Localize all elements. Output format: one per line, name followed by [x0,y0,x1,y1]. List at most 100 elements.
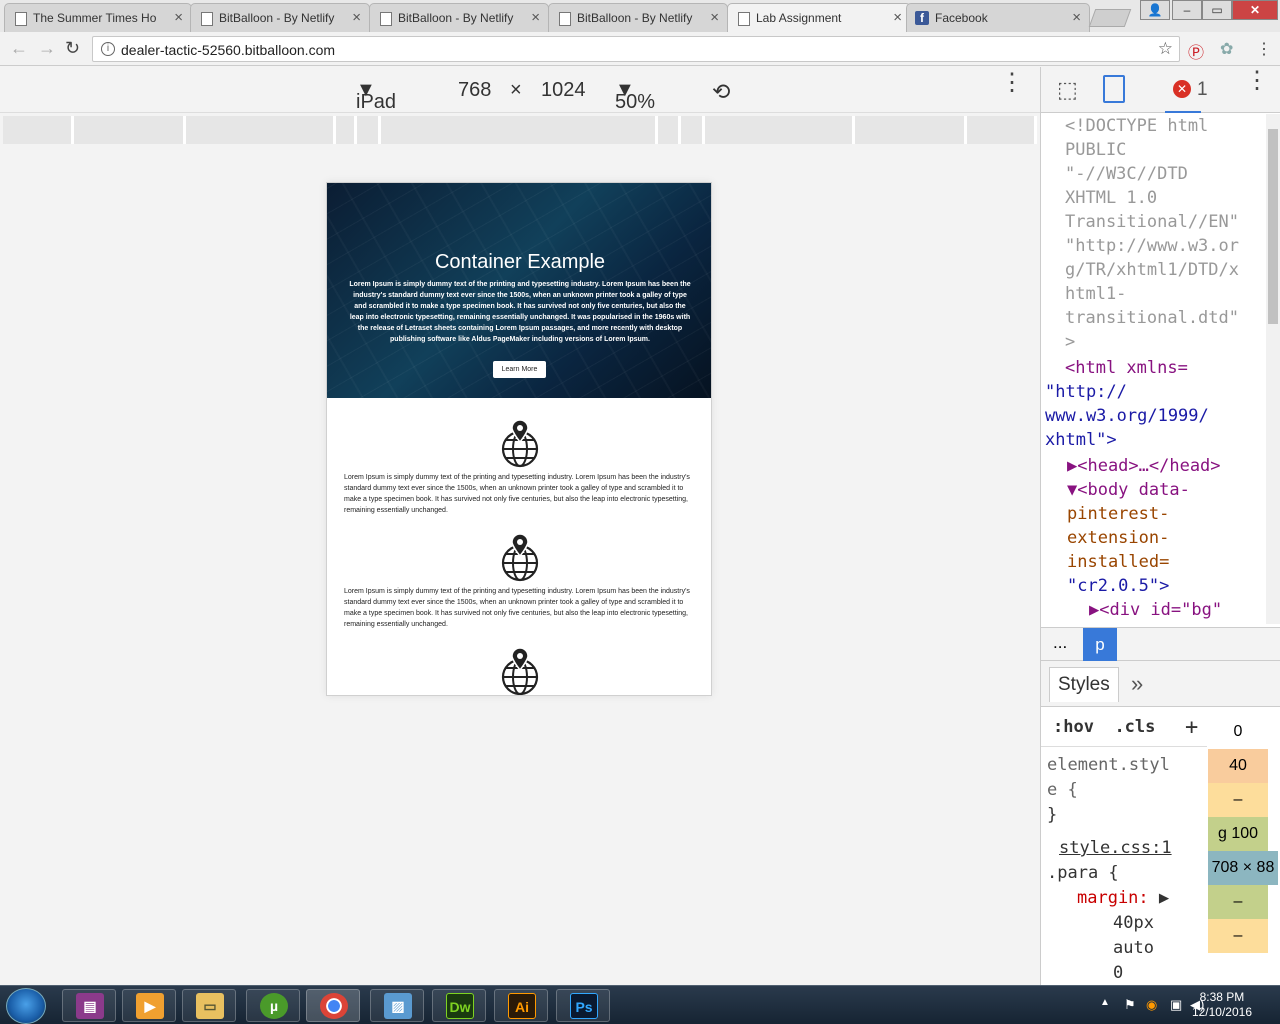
inspect-icon[interactable]: ⬚ [1057,77,1078,103]
body-attr-value: "cr2.0.5"> [1067,576,1170,596]
taskbar-explorer[interactable]: ▭ [182,989,236,1022]
styles-tabs: Styles » [1041,661,1280,707]
devtools-panel: ⬚ ✕ 1 ⋮ <!DOCTYPE html PUBLIC "-//W3C//D… [1040,67,1280,985]
close-tab-icon[interactable]: × [893,9,902,26]
tab-bitballoon-3[interactable]: BitBalloon - By Netlify × [548,3,728,32]
devtools-menu-icon[interactable]: ⋮ [1245,69,1269,93]
minimize-button[interactable]: – [1172,0,1202,20]
hero-title: Container Example [434,251,606,273]
hov-button[interactable]: :hov [1053,717,1094,737]
taskbar-media-player[interactable]: ▶ [122,989,176,1022]
clock[interactable]: 8:38 PM 12/10/2016 [1192,990,1252,1020]
tab-facebook[interactable]: f Facebook × [906,3,1090,32]
rule-property[interactable]: margin: ▶ [1041,886,1207,911]
stylesheet-link[interactable]: style.css:1 [1041,828,1207,861]
page-icon [559,12,571,26]
breadcrumb-p[interactable]: p [1083,628,1117,661]
tab-lab-assignment[interactable]: Lab Assignment × [727,3,911,33]
tab-bitballoon-2[interactable]: BitBalloon - By Netlify × [369,3,549,32]
taskbar-utorrent[interactable]: µ [246,989,300,1022]
taskbar-chrome[interactable] [306,989,360,1022]
taskbar-photo-viewer[interactable]: ▨ [370,989,424,1022]
breadcrumb-more[interactable]: ... [1053,633,1067,653]
feature-text: Lorem Ipsum is simply dummy text of the … [344,474,690,514]
media-player-icon: ▶ [136,993,164,1019]
extension-icon[interactable]: ✿ [1220,39,1233,59]
back-icon[interactable]: ← [10,38,28,59]
address-field[interactable]: i dealer-tactic-52560.bitballoon.com ☆ [92,36,1180,62]
reload-icon[interactable]: ↻ [65,38,80,59]
profile-button[interactable]: 👤 [1140,0,1170,20]
photoshop-icon: Ps [570,993,598,1019]
tray-app-icon[interactable]: ◉ [1146,997,1157,1013]
url-text: dealer-tactic-52560.bitballoon.com [121,42,336,58]
chrome-icon [320,993,348,1019]
menu-icon[interactable]: ⋮ [1256,39,1272,59]
taskbar-dreamweaver[interactable]: Dw [432,989,486,1022]
photo-viewer-icon: ▨ [384,993,412,1019]
page-icon [15,12,27,26]
flag-icon[interactable]: ⚑ [1124,997,1136,1013]
windows-taskbar: ▤ ▶ ▭ µ ▨ Dw Ai Ps ▲ ⚑ ◉ ▣ ◀) 8:38 PM 12… [0,985,1280,1024]
box-model: 0 40 – g 100 708 × 88 – – [1208,707,1280,985]
winrar-icon: ▤ [76,993,104,1019]
close-tab-icon[interactable]: × [1072,9,1081,26]
zoom-select[interactable]: 50% ▼ [615,79,655,113]
device-mode-icon[interactable] [1103,75,1125,103]
head-node[interactable]: ▶<head>…</head> [1041,454,1267,478]
bookmark-star-icon[interactable]: ☆ [1158,39,1173,59]
start-button[interactable] [6,988,46,1024]
taskbar-illustrator[interactable]: Ai [494,989,548,1022]
new-tab-button[interactable] [1088,9,1132,27]
elements-tree[interactable]: <!DOCTYPE html PUBLIC "-//W3C//DTD XHTML… [1041,114,1267,674]
html-node[interactable]: <html xmlns= [1041,356,1267,380]
close-window-button[interactable]: ✕ [1232,0,1278,20]
learn-more-button[interactable]: Learn More [493,361,546,378]
forward-icon[interactable]: → [38,38,56,59]
div-bg-node[interactable]: ▶<div id="bg" [1041,598,1267,622]
width-input[interactable]: 768 [458,79,491,102]
dimension-separator: × [510,79,522,101]
error-icon[interactable]: ✕ [1173,80,1191,98]
hero-text: Lorem Ipsum is simply dummy text of the … [349,281,691,343]
page-viewport: iPad ▼ 768 × 1024 50% ▼ ⟲ ⋮ Container Ex… [0,67,1040,985]
tab-bitballoon-1[interactable]: BitBalloon - By Netlify × [190,3,370,32]
body-node[interactable]: ▼<body data- [1041,478,1267,502]
rule-selector: .para { [1047,863,1119,883]
taskbar-winrar[interactable]: ▤ [62,989,116,1022]
device-toolbar: iPad ▼ 768 × 1024 50% ▼ ⟲ ⋮ [0,67,1040,113]
emulated-page: Container Example Lorem Ipsum is simply … [326,182,712,696]
taskbar-photoshop[interactable]: Ps [556,989,610,1022]
feature-text: Lorem Ipsum is simply dummy text of the … [344,588,690,628]
close-tab-icon[interactable]: × [710,9,719,26]
globe-pin-icon [501,420,539,468]
folder-icon: ▭ [196,993,224,1019]
html-xmlns-value: "http:// www.w3.org/1999/ xhtml"> [1045,382,1209,450]
close-tab-icon[interactable]: × [531,9,540,26]
close-tab-icon[interactable]: × [174,9,183,26]
cls-button[interactable]: .cls [1114,717,1155,737]
device-menu-icon[interactable]: ⋮ [1000,71,1024,95]
tray-expand-icon[interactable]: ▲ [1100,997,1110,1008]
rotate-icon[interactable]: ⟲ [712,79,730,105]
maximize-button[interactable]: ▭ [1202,0,1232,20]
tab-styles[interactable]: Styles [1049,667,1119,702]
pinterest-icon[interactable]: Ⓟ [1188,39,1204,63]
tab-summer-times[interactable]: The Summer Times Ho × [4,3,192,32]
close-tab-icon[interactable]: × [352,9,361,26]
devtools-toolbar: ⬚ ✕ 1 ⋮ [1041,67,1280,113]
device-select[interactable]: iPad ▼ [356,79,396,113]
network-icon[interactable]: ▣ [1170,997,1182,1013]
tab-strip: The Summer Times Ho × BitBalloon - By Net… [0,0,1280,33]
breadcrumb: ... p [1041,627,1280,661]
styles-pane[interactable]: :hov .cls + element.styl e { } style.css… [1041,707,1207,985]
info-icon[interactable]: i [101,42,115,56]
elements-scrollbar[interactable] [1266,114,1280,624]
globe-pin-icon [501,534,539,582]
illustrator-icon: Ai [508,993,536,1019]
facebook-icon: f [915,11,929,25]
more-tabs-icon[interactable]: » [1131,671,1143,697]
add-rule-icon[interactable]: + [1185,715,1198,740]
height-input[interactable]: 1024 [541,79,586,102]
media-query-bar[interactable] [3,116,1037,144]
